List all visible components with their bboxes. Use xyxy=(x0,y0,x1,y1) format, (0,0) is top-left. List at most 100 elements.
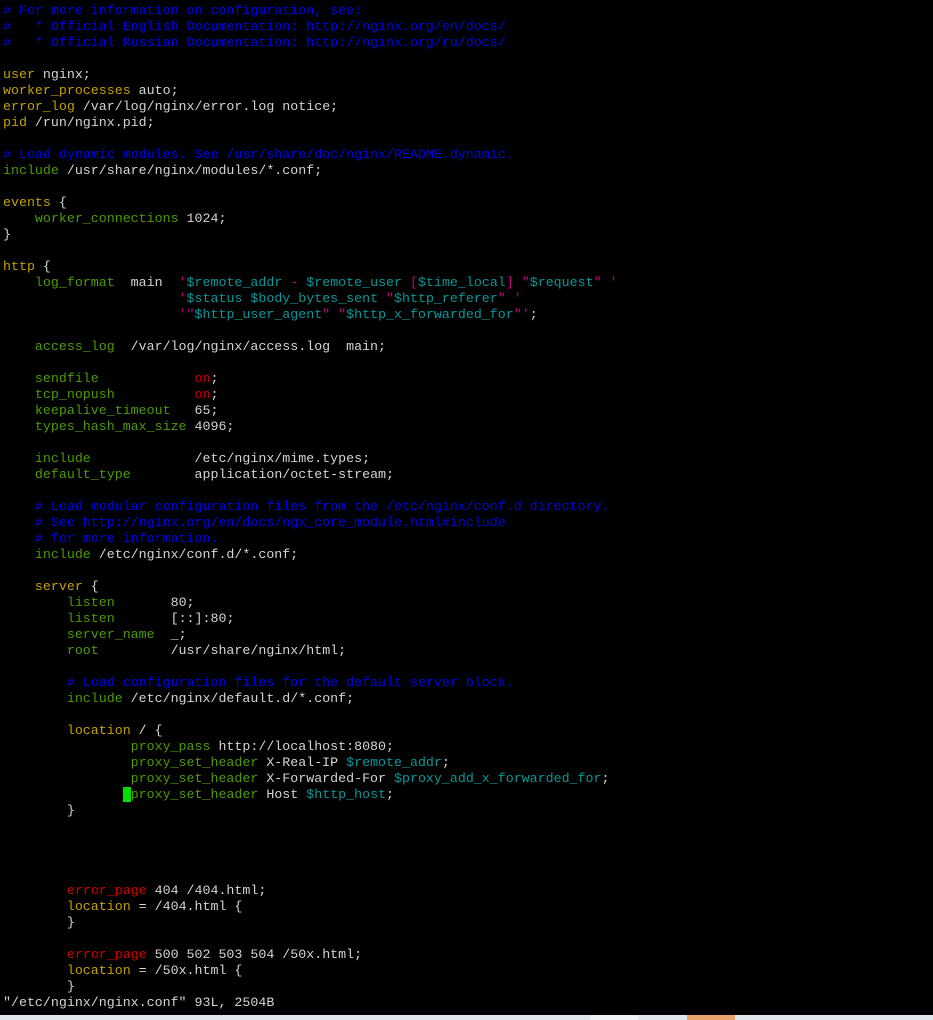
variable-token: $body_bytes_sent xyxy=(250,291,379,306)
text-token: nginx; xyxy=(34,67,91,82)
text-token: } xyxy=(3,803,75,818)
text-token: 65; xyxy=(170,403,219,418)
string-token: " ' xyxy=(497,291,522,306)
code-line: include /etc/nginx/mime.types; xyxy=(3,451,933,467)
text-token: /usr/share/nginx/html; xyxy=(98,643,347,658)
code-line: } xyxy=(3,803,933,819)
error-directive-token: error_page xyxy=(66,947,147,962)
text-token: 500 502 503 504 /50x.html; xyxy=(146,947,363,962)
code-line: tcp_nopush on; xyxy=(3,387,933,403)
string-token: " " xyxy=(322,307,347,322)
code-line: events { xyxy=(3,195,933,211)
string-token: " ' xyxy=(593,275,618,290)
directive-token: listen xyxy=(66,611,115,626)
keyword-token: http xyxy=(3,259,35,274)
code-line: proxy_set_header X-Forwarded-For $proxy_… xyxy=(3,771,933,787)
text-token: /usr/share/nginx/modules/*.conf; xyxy=(58,163,323,178)
comment-token: # Load configuration files for the defau… xyxy=(66,675,514,690)
text-token: http://localhost:8080; xyxy=(210,739,394,754)
directive-token: include xyxy=(3,163,59,178)
string-token: '" xyxy=(178,307,195,322)
text-token: } xyxy=(3,915,75,930)
variable-token: $status xyxy=(186,291,243,306)
directive-token: include xyxy=(66,691,123,706)
string-token: ' xyxy=(178,291,187,306)
code-line: # Load modular configuration files from … xyxy=(3,499,933,515)
text-token: auto; xyxy=(130,83,179,98)
text-token: / { xyxy=(130,723,163,738)
string-token: - xyxy=(282,275,307,290)
text-token: main xyxy=(114,275,179,290)
directive-token: listen xyxy=(66,595,115,610)
code-line: location / { xyxy=(3,723,933,739)
code-line: error_page 404 /404.html; xyxy=(3,883,933,899)
code-line: error_log /var/log/nginx/error.log notic… xyxy=(3,99,933,115)
text-token: /var/log/nginx/access.log main; xyxy=(114,339,387,354)
keyword-token: location xyxy=(66,723,131,738)
directive-token: server_name xyxy=(66,627,155,642)
vim-editor-buffer[interactable]: # For more information on configuration,… xyxy=(3,3,933,995)
taskbar-active-segment xyxy=(687,1015,735,1020)
directive-token: proxy_pass xyxy=(130,739,211,754)
variable-token: $time_local xyxy=(418,275,506,290)
text-token: = /404.html { xyxy=(130,899,243,914)
code-line: log_format main '$remote_addr - $remote_… xyxy=(3,275,933,291)
text-token: application/octet-stream; xyxy=(130,467,395,482)
keyword-token: location xyxy=(66,899,131,914)
code-line: server_name _; xyxy=(3,627,933,643)
code-line: worker_connections 1024; xyxy=(3,211,933,227)
directive-token: worker_connections xyxy=(34,211,179,226)
directive-token: include xyxy=(34,451,91,466)
code-line: default_type application/octet-stream; xyxy=(3,467,933,483)
text-token: /etc/nginx/default.d/*.conf; xyxy=(122,691,355,706)
comment-token: # Load dynamic modules. See /usr/share/d… xyxy=(3,147,514,162)
code-line: # * Official Russian Documentation: http… xyxy=(3,35,933,51)
directive-token: proxy_set_header xyxy=(130,787,259,802)
variable-token: $remote_addr xyxy=(346,755,442,770)
comment-token: # Load modular configuration files from … xyxy=(34,499,610,514)
text-token: } xyxy=(3,227,11,242)
variable-token: $proxy_add_x_forwarded_for xyxy=(394,771,602,786)
keyword-token: user xyxy=(3,67,35,82)
directive-token: keepalive_timeout xyxy=(34,403,171,418)
vim-status-line: "/etc/nginx/nginx.conf" 93L, 2504B xyxy=(3,995,275,1010)
code-line: types_hash_max_size 4096; xyxy=(3,419,933,435)
text-token: { xyxy=(50,195,67,210)
variable-token: $http_host xyxy=(306,787,387,802)
directive-token: default_type xyxy=(34,467,131,482)
code-line: access_log /var/log/nginx/access.log mai… xyxy=(3,339,933,355)
comment-token: # For more information on configuration,… xyxy=(3,3,363,18)
text-token: X-Real-IP xyxy=(258,755,347,770)
comment-token: # for more information. xyxy=(34,531,219,546)
code-line: sendfile on; xyxy=(3,371,933,387)
directive-token: include xyxy=(34,547,91,562)
string-token: ] " xyxy=(505,275,530,290)
code-line: # Load configuration files for the defau… xyxy=(3,675,933,691)
